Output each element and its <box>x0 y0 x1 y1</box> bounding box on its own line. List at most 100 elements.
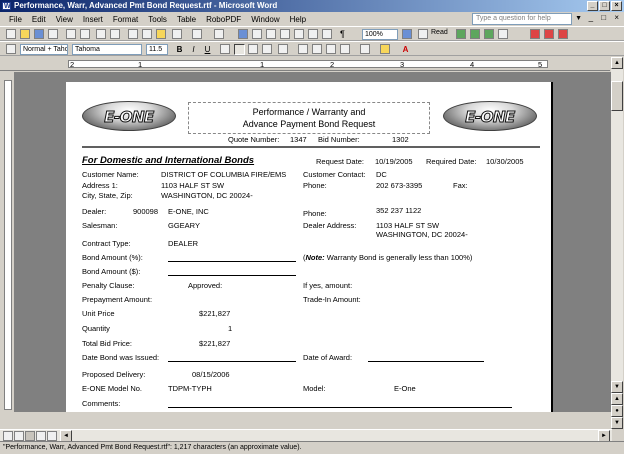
bold-button[interactable]: B <box>174 44 185 55</box>
help-icon[interactable] <box>402 29 412 39</box>
cut-icon[interactable] <box>128 29 138 39</box>
next-page-icon[interactable]: ▼ <box>611 417 623 429</box>
spelling-icon[interactable] <box>96 29 106 39</box>
select-browse-object-icon[interactable]: ● <box>611 405 623 417</box>
tables-borders-icon[interactable] <box>252 29 262 39</box>
document-canvas[interactable]: E-ONE Performance / Warranty and Advance… <box>14 72 611 412</box>
ruler-number: 4 <box>470 60 475 69</box>
permission-icon[interactable] <box>48 29 58 39</box>
menu-robopdf[interactable]: RoboPDF <box>201 15 246 24</box>
word-app-icon[interactable] <box>2 1 11 13</box>
bond-amount-percent-line[interactable] <box>168 261 296 262</box>
vertical-scrollbar[interactable]: ▲ ▼ ▲ ● ▼ <box>611 57 623 429</box>
pdf-convert-icon-1[interactable] <box>530 29 540 39</box>
outline-view-icon[interactable] <box>36 431 46 441</box>
format-painter-icon[interactable] <box>172 29 182 39</box>
e-one-model-no-value: TDPM-TYPH <box>168 384 212 393</box>
undo-icon[interactable] <box>192 29 202 39</box>
menu-format[interactable]: Format <box>108 15 143 24</box>
border-icon[interactable] <box>360 44 370 54</box>
horizontal-ruler[interactable]: 2 1 1 2 3 4 5 <box>0 57 610 71</box>
robopdf-icon-3[interactable] <box>484 29 494 39</box>
maximize-button[interactable]: □ <box>599 1 610 11</box>
date-bond-issued-line[interactable] <box>168 361 296 362</box>
menu-tools[interactable]: Tools <box>143 15 172 24</box>
align-right-icon[interactable] <box>248 44 258 54</box>
research-icon[interactable] <box>110 29 120 39</box>
open-icon[interactable] <box>20 29 30 39</box>
previous-page-icon[interactable]: ▲ <box>611 393 623 405</box>
style-select[interactable]: Normal + Tahor <box>20 44 68 55</box>
help-dropdown-icon[interactable]: ▼ <box>575 15 582 22</box>
increase-indent-icon[interactable] <box>340 44 350 54</box>
pdf-convert-icon-3[interactable] <box>558 29 568 39</box>
scroll-down-icon[interactable]: ▼ <box>611 381 623 393</box>
help-question-input[interactable]: Type a question for help <box>472 13 572 25</box>
read-icon[interactable] <box>418 29 428 39</box>
bullets-icon[interactable] <box>312 44 322 54</box>
insert-table-icon[interactable] <box>266 29 276 39</box>
redo-icon[interactable] <box>214 29 224 39</box>
document-page[interactable]: E-ONE Performance / Warranty and Advance… <box>66 82 553 412</box>
robopdf-icon-4[interactable] <box>498 29 508 39</box>
menu-view[interactable]: View <box>51 15 78 24</box>
drawing-icon[interactable] <box>308 29 318 39</box>
zoom-select[interactable]: 100% <box>362 29 398 40</box>
bond-amount-dollar-line[interactable] <box>168 275 296 276</box>
vertical-ruler[interactable] <box>3 72 13 412</box>
menu-file[interactable]: File <box>4 15 27 24</box>
columns-icon[interactable] <box>294 29 304 39</box>
print-layout-view-icon[interactable] <box>25 431 35 441</box>
underline-button[interactable]: U <box>202 44 213 55</box>
align-center-icon[interactable] <box>234 44 245 55</box>
menu-window[interactable]: Window <box>246 15 284 24</box>
menu-insert[interactable]: Insert <box>78 15 108 24</box>
date-of-award-line[interactable] <box>368 361 484 362</box>
justify-icon[interactable] <box>262 44 272 54</box>
font-select[interactable]: Tahoma <box>72 44 142 55</box>
web-layout-view-icon[interactable] <box>14 431 24 441</box>
copy-icon[interactable] <box>142 29 152 39</box>
pdf-convert-icon-2[interactable] <box>544 29 554 39</box>
print-preview-icon[interactable] <box>80 29 90 39</box>
bond-amount-percent-label: Bond Amount (%): <box>82 253 143 262</box>
document-window-controls[interactable]: _ □ × <box>589 13 622 22</box>
horizontal-scrollbar[interactable]: ◄ ► <box>0 429 612 442</box>
align-left-icon[interactable] <box>220 44 230 54</box>
minimize-button[interactable]: _ <box>587 1 598 11</box>
prepayment-amount-label: Prepayment Amount: <box>82 295 153 304</box>
robopdf-icon-2[interactable] <box>470 29 480 39</box>
new-document-icon[interactable] <box>6 29 16 39</box>
normal-view-icon[interactable] <box>3 431 13 441</box>
read-button-label[interactable]: Read <box>431 29 448 36</box>
menu-edit[interactable]: Edit <box>27 15 51 24</box>
model-label: Model: <box>303 384 326 393</box>
highlight-icon[interactable] <box>380 44 390 54</box>
menu-table[interactable]: Table <box>172 15 201 24</box>
menu-help[interactable]: Help <box>285 15 311 24</box>
numbering-icon[interactable] <box>298 44 308 54</box>
scroll-thumb[interactable] <box>611 81 623 111</box>
show-hide-icon[interactable]: ¶ <box>340 29 345 39</box>
save-icon[interactable] <box>34 29 44 39</box>
close-button[interactable]: × <box>611 1 622 11</box>
decrease-indent-icon[interactable] <box>326 44 336 54</box>
font-size-select[interactable]: 11.5 <box>146 44 168 55</box>
document-map-icon[interactable] <box>322 29 332 39</box>
paste-icon[interactable] <box>156 29 166 39</box>
insert-excel-icon[interactable] <box>280 29 290 39</box>
scroll-up-icon[interactable]: ▲ <box>611 57 623 69</box>
city-value: WASHINGTON, DC 20024- <box>161 191 253 200</box>
hyperlink-icon[interactable] <box>238 29 248 39</box>
title-bar: Performance, Warr, Advanced Pmt Bond Req… <box>0 0 624 13</box>
robopdf-icon-1[interactable] <box>456 29 466 39</box>
print-icon[interactable] <box>66 29 76 39</box>
italic-button[interactable]: I <box>188 44 199 55</box>
line-spacing-icon[interactable] <box>278 44 288 54</box>
document-title-box[interactable]: Performance / Warranty and Advance Payme… <box>188 102 430 134</box>
comments-line[interactable] <box>168 407 512 408</box>
styles-pane-icon[interactable] <box>6 44 16 54</box>
font-color-icon[interactable]: A <box>400 44 411 55</box>
reading-layout-view-icon[interactable] <box>47 431 57 441</box>
address-label: Address 1: <box>82 181 118 190</box>
